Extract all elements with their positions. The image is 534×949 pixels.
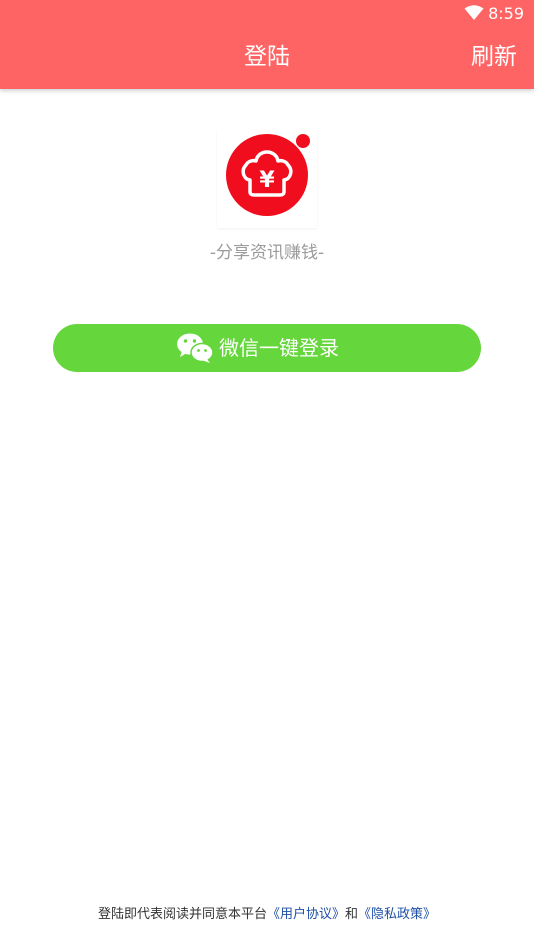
slogan: -分享资讯赚钱-	[209, 243, 325, 263]
privacy-policy-link[interactable]: 《隐私政策》	[358, 907, 436, 922]
user-agreement-link[interactable]: 《用户协议》	[267, 907, 345, 922]
agreement-footer: 登陆即代表阅读并同意本平台《用户协议》和《隐私政策》	[0, 905, 534, 925]
wechat-login-label: 微信一键登录	[219, 336, 339, 360]
wechat-icon	[177, 333, 214, 363]
status-bar: 8:59	[0, 0, 534, 28]
logo-symbol: ¥	[259, 168, 275, 193]
agreement-prefix: 登陆即代表阅读并同意本平台	[97, 907, 267, 922]
notification-dot	[296, 134, 310, 148]
logo-icon: ¥	[226, 134, 308, 216]
agreement-conjunction: 和	[345, 907, 359, 922]
refresh-button[interactable]: 刷新	[471, 42, 517, 72]
wifi-icon	[464, 5, 484, 20]
app-logo: ¥	[217, 130, 317, 228]
wechat-login-button[interactable]: 微信一键登录	[53, 324, 481, 372]
page-title: 登陆	[244, 44, 290, 70]
app-header: 8:59 登陆 刷新	[0, 0, 534, 89]
status-time: 8:59	[488, 4, 524, 23]
title-bar: 登陆 刷新	[0, 28, 534, 89]
